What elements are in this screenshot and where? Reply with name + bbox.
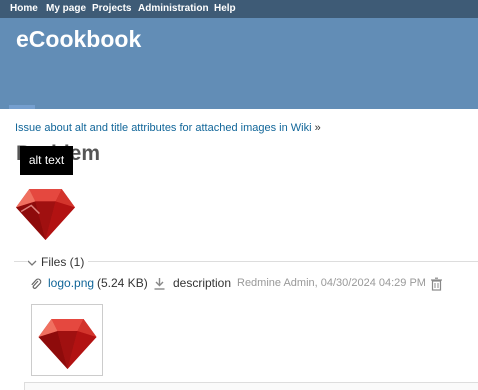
files-toggle[interactable]: Files (1) — [27, 255, 89, 269]
top-menu-my-page[interactable]: My page — [46, 3, 86, 14]
files-legend-label: Files (1) — [41, 255, 85, 269]
attachment-row: logo.png (5.24 KB) description Redmine A… — [30, 276, 478, 294]
top-menu: Home My page Projects Administration Hel… — [0, 0, 478, 18]
chevron-down-icon — [27, 260, 37, 266]
download-icon[interactable] — [153, 277, 166, 291]
breadcrumb: Issue about alt and title attributes for… — [15, 122, 321, 134]
files-fieldset: Files (1) — [16, 255, 478, 269]
top-menu-help[interactable]: Help — [214, 3, 236, 14]
ruby-logo-image — [16, 189, 75, 240]
top-menu-home[interactable]: Home — [10, 3, 38, 14]
history-box — [24, 382, 478, 390]
attachment-author-date: Redmine Admin, 04/30/2024 04:29 PM — [237, 277, 426, 289]
attachment-thumbnail[interactable] — [31, 304, 103, 376]
alt-text-tooltip: alt text — [20, 146, 73, 175]
top-menu-projects[interactable]: Projects — [92, 3, 131, 14]
breadcrumb-parent-issue[interactable]: Issue about alt and title attributes for… — [15, 122, 312, 134]
header: eCookbook + Overview Activity Roadmap Is… — [0, 18, 478, 127]
attachment-description: description — [173, 276, 232, 290]
content: Issue about alt and title attributes for… — [0, 109, 478, 390]
project-title[interactable]: eCookbook — [16, 26, 141, 53]
trash-icon[interactable] — [430, 277, 443, 291]
ruby-logo-thumbnail-image — [38, 319, 97, 369]
top-menu-administration[interactable]: Administration — [138, 3, 209, 14]
attachment-filename-link[interactable]: logo.png — [48, 276, 94, 290]
attachment-size: (5.24 KB) — [97, 276, 148, 290]
breadcrumb-separator: » — [314, 122, 321, 134]
paperclip-icon — [31, 278, 42, 289]
